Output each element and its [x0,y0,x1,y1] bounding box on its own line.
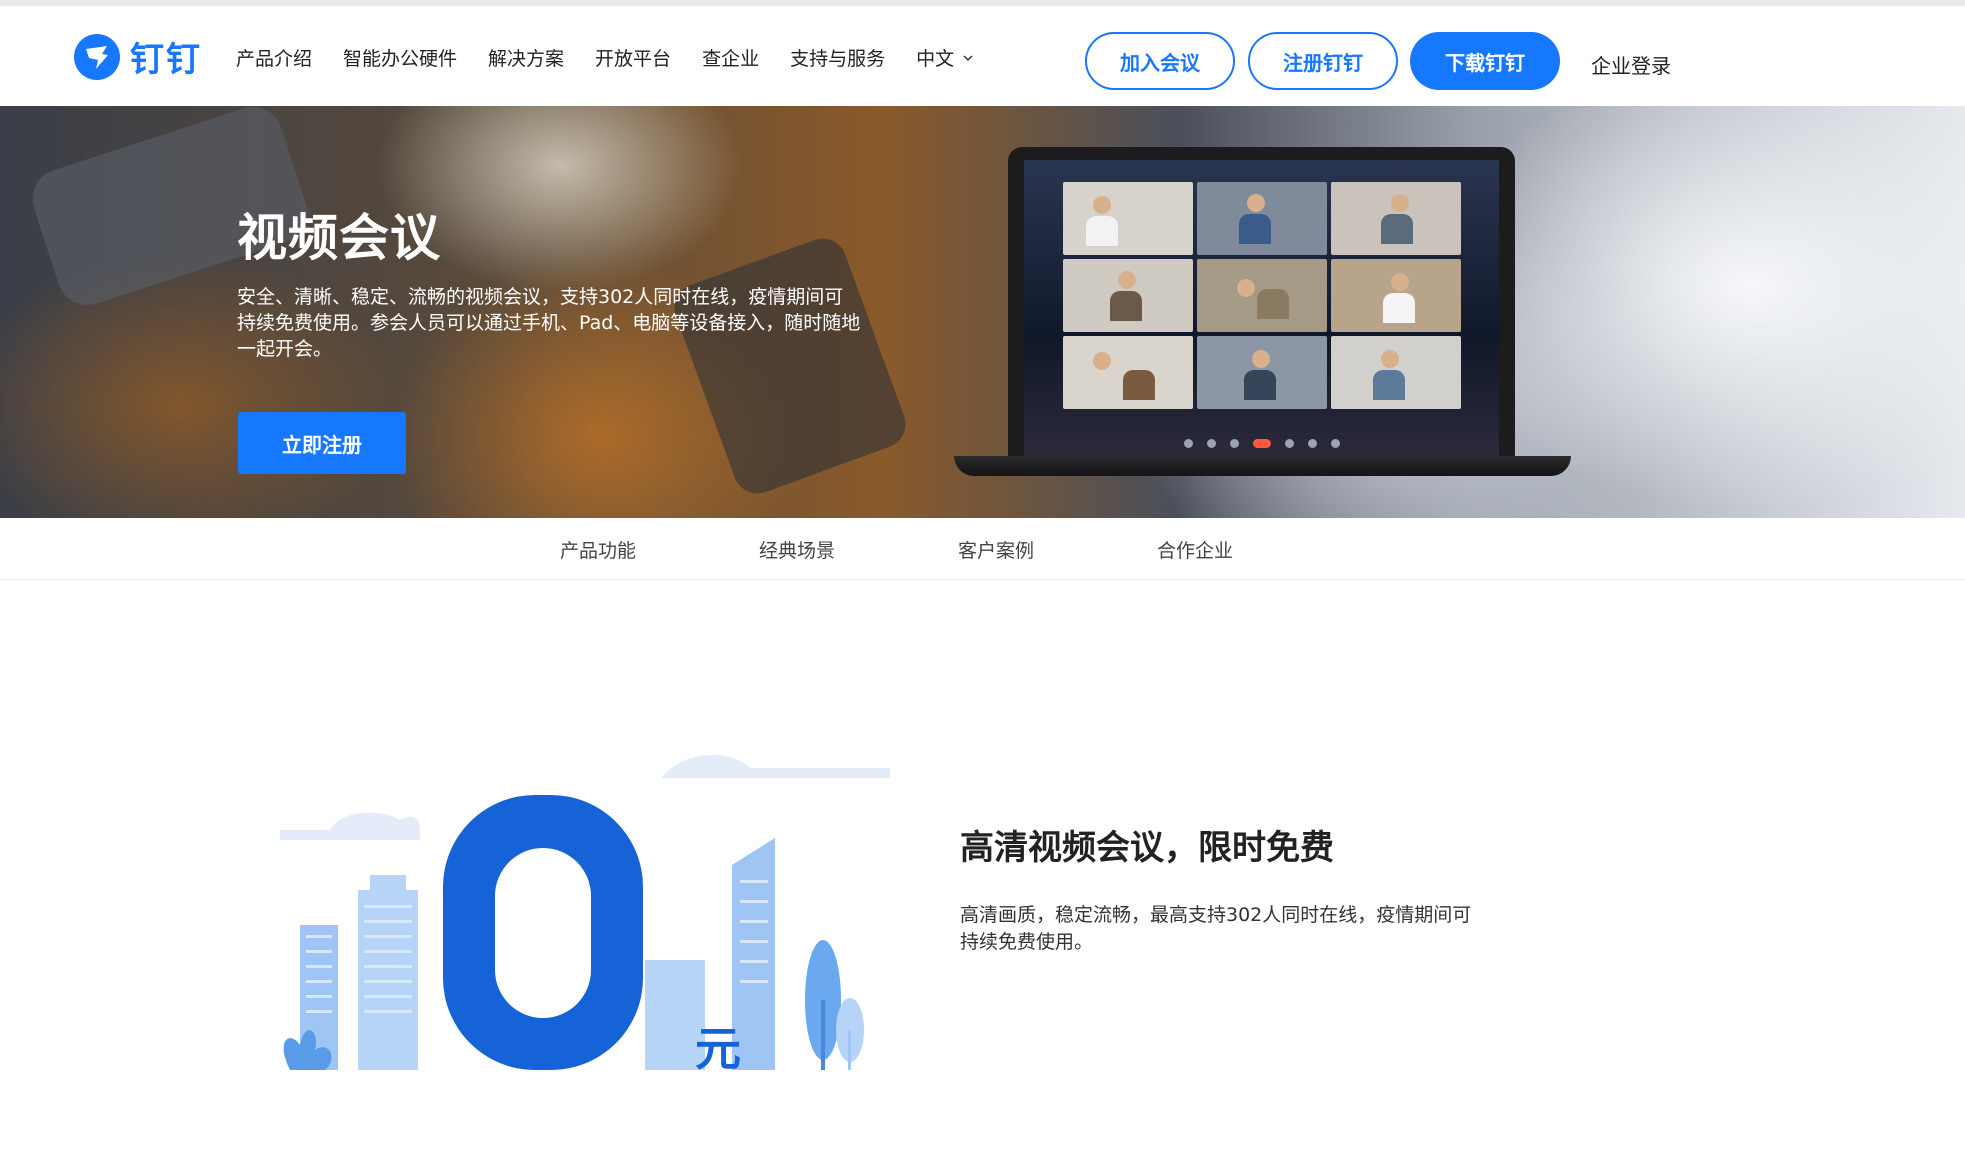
video-conference-grid [1063,182,1461,409]
video-tile [1331,336,1461,409]
tab-features[interactable]: 产品功能 [560,536,636,563]
video-tile [1197,259,1327,332]
hero-title: 视频会议 [237,209,441,267]
nav-item-hardware[interactable]: 智能办公硬件 [343,44,457,71]
dingtalk-logo[interactable]: 钉钉 [74,32,202,81]
currency-unit-label: 元 [695,1023,741,1075]
register-now-button[interactable]: 立即注册 [238,412,406,474]
chat-icon [1307,438,1317,448]
video-conference-toolbar [1024,432,1499,454]
brand-name: 钉钉 [130,40,202,80]
main-nav: 产品介绍 智能办公硬件 解决方案 开放平台 查企业 支持与服务 中文 [236,44,1005,71]
video-tile [1063,182,1193,255]
laptop-base [954,456,1571,476]
hang-up-icon [1252,438,1271,448]
nav-item-support[interactable]: 支持与服务 [790,44,885,71]
nav-item-solutions[interactable]: 解决方案 [488,44,564,71]
nav-item-open-platform[interactable]: 开放平台 [595,44,671,71]
hero-banner: 视频会议 安全、清晰、稳定、流畅的视频会议，支持302人同时在线，疫情期间可持续… [0,106,1965,518]
participants-icon [1284,438,1294,448]
site-header: 钉钉 产品介绍 智能办公硬件 解决方案 开放平台 查企业 支持与服务 中文 加入… [0,6,1965,106]
nav-item-company-search[interactable]: 查企业 [702,44,759,71]
video-tile [1063,336,1193,409]
free-pricing-illustration: 元 [280,754,890,1075]
camera-icon [1206,438,1216,448]
download-button[interactable]: 下载钉钉 [1410,32,1560,90]
mic-icon [1183,438,1193,448]
more-icon [1330,438,1340,448]
page: 钉钉 产品介绍 智能办公硬件 解决方案 开放平台 查企业 支持与服务 中文 加入… [0,0,1965,1169]
video-tile [1063,259,1193,332]
video-tile [1197,182,1327,255]
feature-title: 高清视频会议，限时免费 [960,828,1334,868]
hero-description: 安全、清晰、稳定、流畅的视频会议，支持302人同时在线，疫情期间可持续免费使用。… [237,286,861,360]
tab-partners[interactable]: 合作企业 [1157,536,1233,563]
tab-scenarios[interactable]: 经典场景 [759,536,835,563]
tab-cases[interactable]: 客户案例 [958,536,1034,563]
join-meeting-button[interactable]: 加入会议 [1085,32,1235,90]
language-label: 中文 [916,48,955,70]
hero-background-shape [667,231,913,501]
language-selector[interactable]: 中文 [916,44,974,71]
section-tabs: 产品功能 经典场景 客户案例 合作企业 [0,518,1965,580]
nav-item-product[interactable]: 产品介绍 [236,44,312,71]
share-screen-icon [1229,438,1239,448]
video-tile [1197,336,1327,409]
register-button[interactable]: 注册钉钉 [1248,32,1398,90]
dingtalk-logo-icon [74,33,120,80]
video-tile [1331,259,1461,332]
feature-description: 高清画质，稳定流畅，最高支持302人同时在线，疫情期间可持续免费使用。 [960,904,1472,953]
enterprise-login-link[interactable]: 企业登录 [1591,50,1671,79]
chevron-down-icon [963,54,973,61]
video-tile [1331,182,1461,255]
